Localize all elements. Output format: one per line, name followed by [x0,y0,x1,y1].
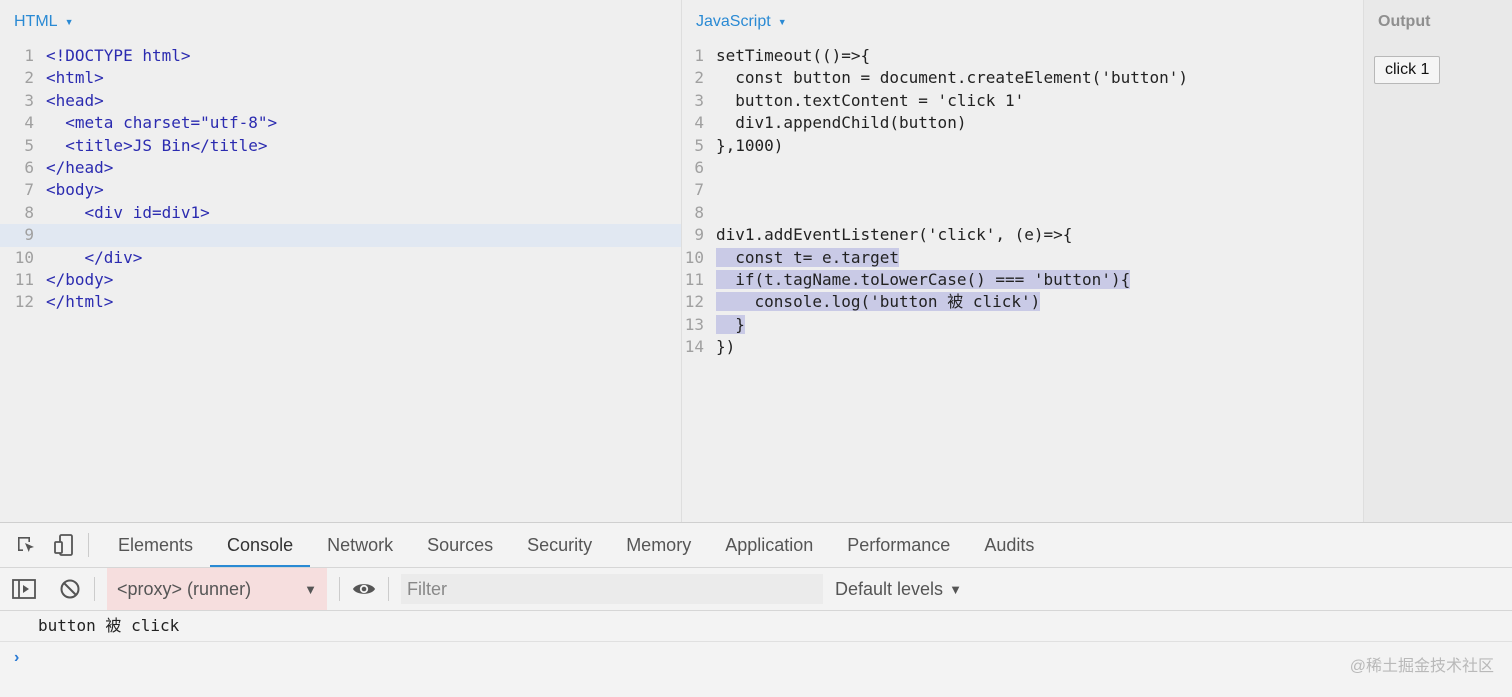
code-line: 10 </div> [14,247,143,267]
js-code-editor[interactable]: 1 setTimeout(()=>{ 2 const button = docum… [682,45,1363,358]
code-line: 4 div1.appendChild(button) [694,113,967,133]
js-pane[interactable]: JavaScript ▼ 1 setTimeout(()=>{ 2 const b… [682,0,1364,522]
code-line: 5},1000) [694,135,784,155]
code-line: 9 div1.addEventListener('click', (e)=>{ [694,225,1073,245]
devtools-panel: Elements Console Network Sources Securit… [0,522,1512,697]
code-line: 14}) [684,337,736,357]
output-pane-title: Output [1378,13,1431,30]
toolbar-divider [339,577,340,601]
editor-panes: HTML ▼ 1 <!DOCTYPE html> 2 <html> 3 <head> … [0,0,1512,522]
code-line-selected: 10 const t= e.target [684,247,900,267]
code-line: 1 setTimeout(()=>{ [694,46,871,65]
tab-memory[interactable]: Memory [609,523,708,567]
code-line: 8 <div id=div1> [24,202,210,222]
context-selector-label: <proxy> (runner) [117,578,252,599]
code-line: 7 <body> [24,180,104,200]
console-filter-input[interactable] [401,574,823,604]
devtools-tab-bar: Elements Console Network Sources Securit… [0,523,1512,568]
code-line-selected: 13 } [684,314,745,334]
html-code-editor[interactable]: 1 <!DOCTYPE html> 2 <html> 3 <head> 4 <meta… [0,45,681,314]
context-selector[interactable]: <proxy> (runner) ▼ [107,568,327,610]
code-line-selected: 12 console.log('button 被 click') [684,292,1041,312]
caret-down-icon: ▼ [949,581,962,597]
toolbar-divider [388,577,389,601]
toolbar-divider [94,577,95,601]
tab-audits[interactable]: Audits [967,523,1051,567]
caret-down-icon: ▼ [304,581,317,597]
tab-network[interactable]: Network [310,523,410,567]
code-line: 7 [694,180,704,200]
caret-down-icon: ▼ [64,17,74,27]
js-pane-title[interactable]: JavaScript ▼ [696,13,787,31]
code-line: 6 [694,157,704,177]
code-line: 12 </html> [14,292,114,312]
code-line: 11 </body> [14,269,114,289]
console-prompt-icon[interactable]: › [14,649,19,667]
eye-icon[interactable] [352,577,376,601]
code-line-active: 9 [0,224,681,247]
tab-console[interactable]: Console [210,523,311,567]
console-toolbar: <proxy> (runner) ▼ Default levels ▼ [0,568,1512,611]
log-levels-dropdown[interactable]: Default levels ▼ [835,579,962,600]
code-line-selected: 11 if(t.tagName.toLowerCase() === 'butto… [684,269,1131,289]
code-line: 1 <!DOCTYPE html> [24,46,191,65]
tab-sources[interactable]: Sources [410,523,510,567]
html-pane[interactable]: HTML ▼ 1 <!DOCTYPE html> 2 <html> 3 <head> … [0,0,682,522]
code-line: 3 <head> [24,90,104,110]
code-line: 4 <meta charset="utf-8"> [24,113,278,133]
output-pane: Output click 1 [1364,0,1512,522]
log-levels-label: Default levels [835,578,944,599]
console-message: button 被 click [0,611,1512,642]
code-line: 6 </head> [24,157,114,177]
toolbar-divider [88,533,89,557]
code-line: 2 const button = document.createElement(… [694,68,1189,88]
output-click-button[interactable]: click 1 [1374,56,1441,84]
tab-application[interactable]: Application [708,523,830,567]
html-pane-title-label: HTML [14,13,58,30]
tab-performance[interactable]: Performance [830,523,967,567]
clear-console-icon[interactable] [58,577,82,601]
tab-security[interactable]: Security [510,523,609,567]
inspect-element-icon[interactable] [14,533,38,557]
code-line: 8 [694,202,704,222]
html-pane-title[interactable]: HTML ▼ [14,13,73,31]
code-line: 5 <title>JS Bin</title> [24,135,268,155]
js-pane-title-label: JavaScript [696,13,771,30]
code-line: 2 <html> [24,68,104,88]
code-line: 3 button.textContent = 'click 1' [694,90,1025,110]
caret-down-icon: ▼ [777,17,787,27]
watermark: @稀土掘金技术社区 [1349,658,1494,675]
tab-elements[interactable]: Elements [101,523,210,567]
device-toolbar-icon[interactable] [52,533,76,557]
show-sidebar-icon[interactable] [12,577,36,601]
